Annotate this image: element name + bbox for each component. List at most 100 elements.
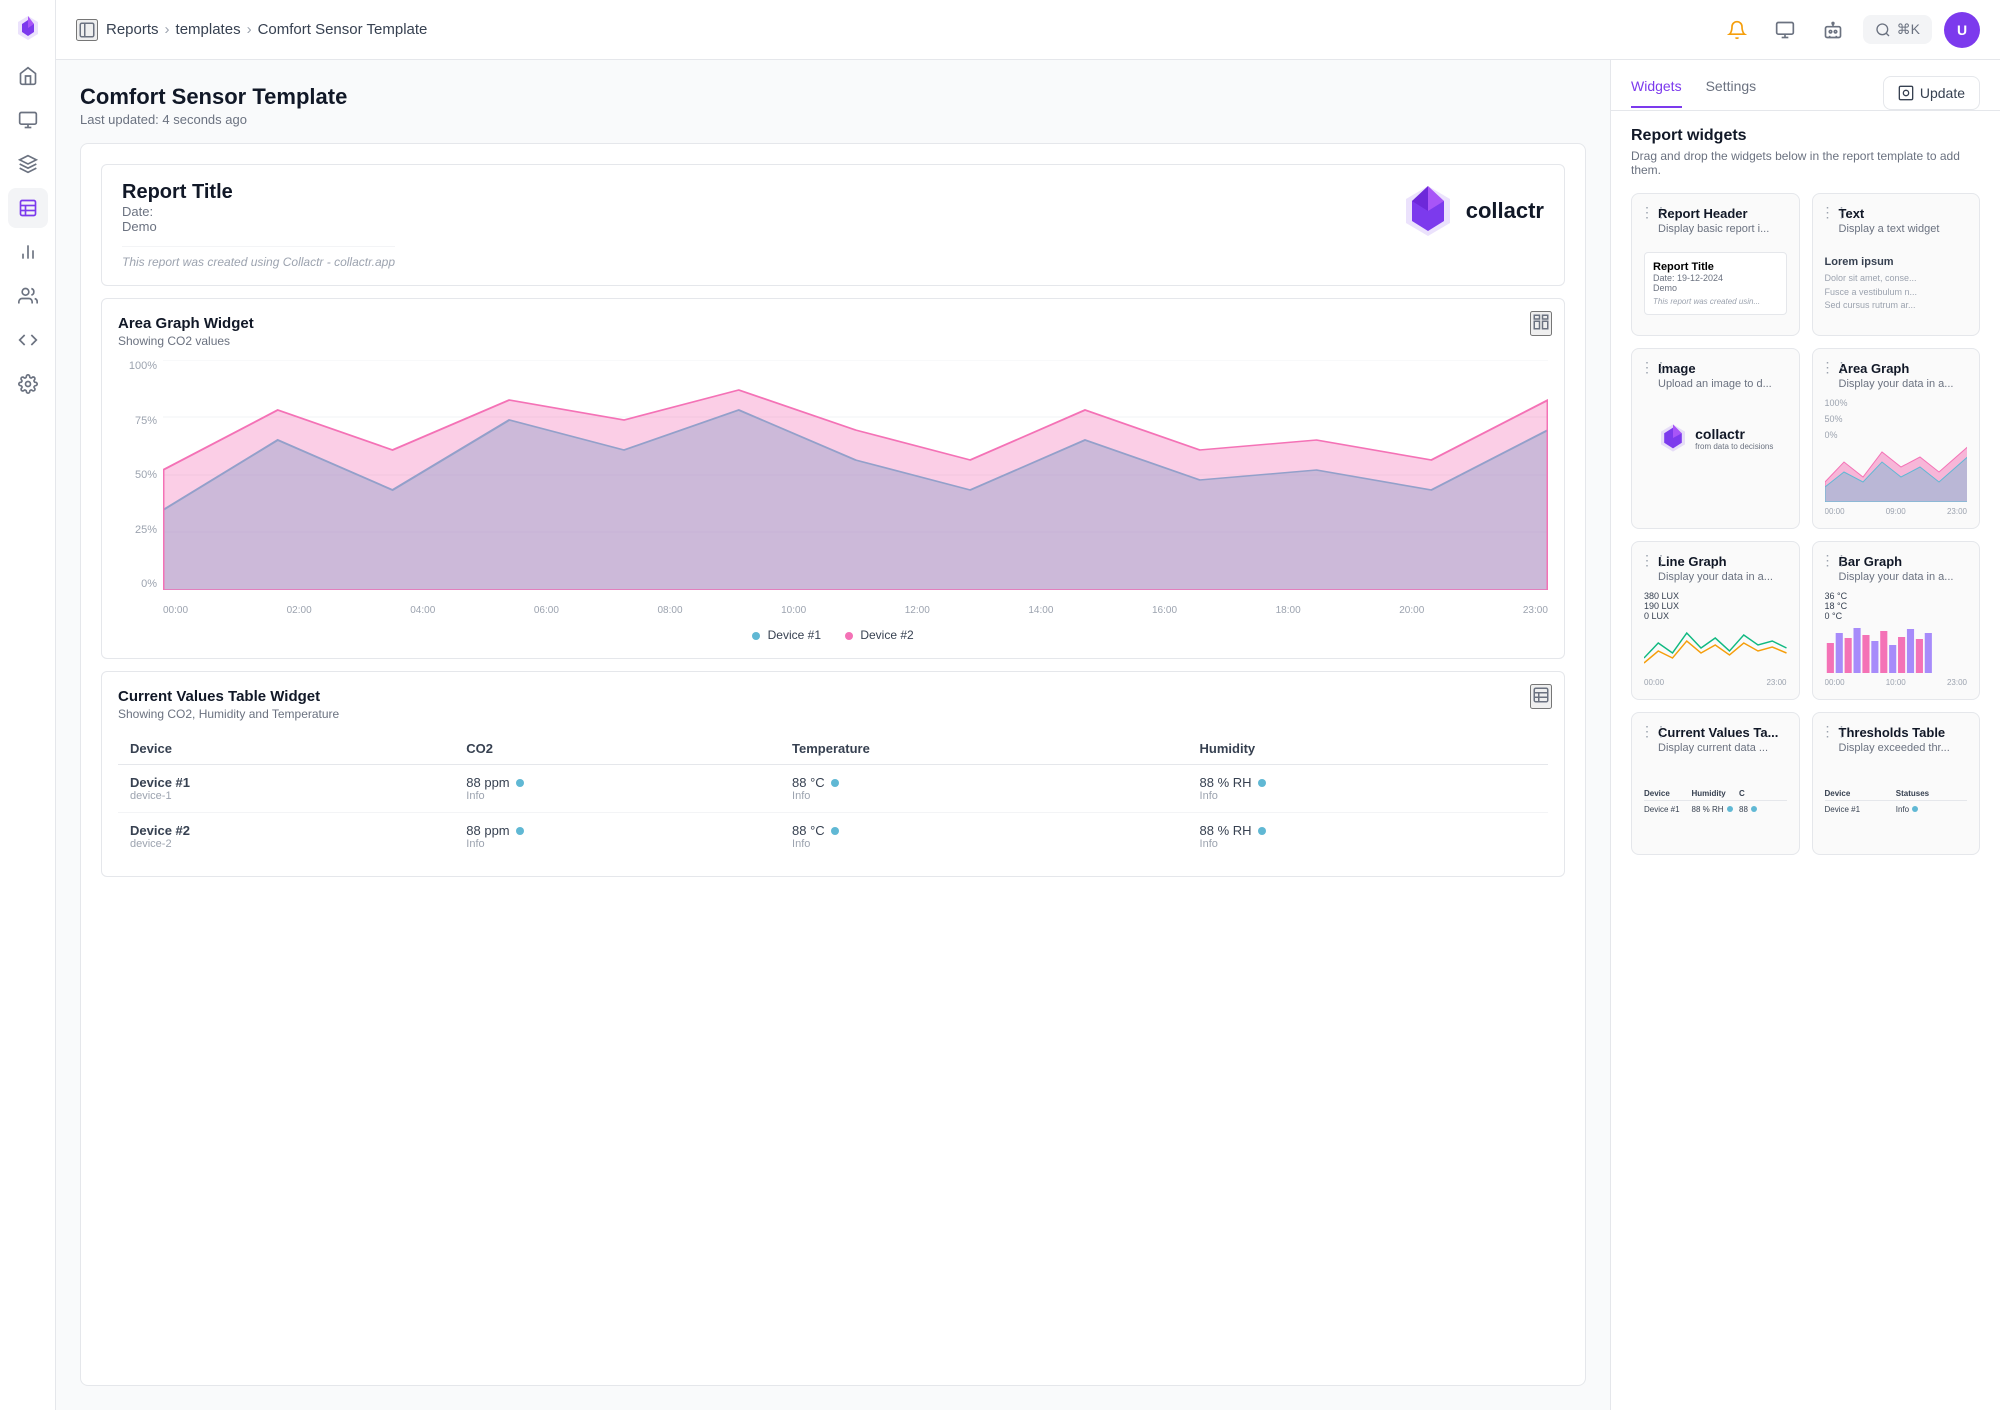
- drag-handle: ⋮⋮: [1640, 204, 1668, 221]
- widget-card-text[interactable]: ⋮⋮ Text Display a text widget Lorem ipsu…: [1812, 193, 1981, 336]
- chart-x-labels: 00:0002:0004:0006:0008:00 10:0012:0014:0…: [163, 590, 1548, 620]
- report-page-title: Comfort Sensor Template: [80, 84, 1586, 110]
- temp-cell: 88 °C Info: [780, 813, 1188, 861]
- widgets-section-title: Report widgets: [1631, 127, 1980, 145]
- wc-preview: Device Statuses Device #1 Info: [1825, 762, 1968, 842]
- wc-preview: 36 °C 18 °C 0 °C: [1825, 591, 1968, 687]
- report-date-value: Demo: [122, 219, 395, 234]
- collactr-text: collactr: [1466, 198, 1544, 224]
- area-graph-subtitle: Showing CO2 values: [118, 334, 1548, 348]
- temp-cell: 88 °C Info: [780, 765, 1188, 813]
- sidebar-item-analytics[interactable]: [8, 100, 48, 140]
- tab-settings[interactable]: Settings: [1706, 78, 1757, 108]
- report-date-label: Date:: [122, 204, 395, 219]
- table-widget: Current Values Table Widget Showing CO2,…: [101, 671, 1565, 877]
- topbar: Reports › templates › Comfort Sensor Tem…: [56, 0, 2000, 60]
- wc-preview: Lorem ipsum Dolor sit amet, conse... Fus…: [1825, 243, 1968, 323]
- report-canvas: Report Title Date: Demo This report was …: [80, 143, 1586, 1386]
- drag-handle: ⋮⋮: [1821, 552, 1849, 569]
- wc-desc: Display your data in a...: [1825, 378, 1968, 390]
- report-display-title: Report Title: [122, 181, 395, 204]
- widget-card-line-graph[interactable]: ⋮⋮ Line Graph Display your data in a... …: [1631, 541, 1800, 700]
- wc-desc: Upload an image to d...: [1644, 378, 1787, 390]
- breadcrumb: Reports › templates › Comfort Sensor Tem…: [106, 21, 427, 38]
- collactr-logo-icon: [1398, 181, 1458, 241]
- widget-card-report-header[interactable]: ⋮⋮ Report Header Display basic report i.…: [1631, 193, 1800, 336]
- report-title-block: Report Title Date: Demo This report was …: [122, 181, 395, 269]
- user-avatar[interactable]: U: [1944, 12, 1980, 48]
- humidity-cell: 88 % RH Info: [1188, 813, 1548, 861]
- drag-handle: ⋮⋮: [1821, 359, 1849, 376]
- co2-cell: 88 ppm Info: [454, 813, 780, 861]
- breadcrumb-reports[interactable]: Reports: [106, 21, 159, 38]
- wc-desc: Display your data in a...: [1644, 571, 1787, 583]
- search-icon: [1875, 22, 1891, 38]
- col-device: Device: [118, 733, 454, 765]
- table-row: Device #2 device-2 88 ppm Info 88 °C Inf…: [118, 813, 1548, 861]
- col-humidity: Humidity: [1188, 733, 1548, 765]
- col-temperature: Temperature: [780, 733, 1188, 765]
- col-co2: CO2: [454, 733, 780, 765]
- wc-preview: 100%50%0% 00:0009:0023:00: [1825, 398, 1968, 516]
- update-button[interactable]: Update: [1883, 76, 1980, 110]
- update-icon: [1898, 85, 1914, 101]
- widget-cards-grid: ⋮⋮ Report Header Display basic report i.…: [1631, 193, 1980, 855]
- wc-desc: Display your data in a...: [1825, 571, 1968, 583]
- widget-card-current-values[interactable]: ⋮⋮ Current Values Ta... Display current …: [1631, 712, 1800, 855]
- legend-device1: Device #1: [752, 628, 821, 642]
- sidebar-toggle[interactable]: [76, 19, 98, 41]
- widget-card-thresholds[interactable]: ⋮⋮ Thresholds Table Display exceeded thr…: [1812, 712, 1981, 855]
- wc-desc: Display basic report i...: [1644, 223, 1787, 235]
- topbar-robot-icon[interactable]: [1815, 12, 1851, 48]
- breadcrumb-current: Comfort Sensor Template: [258, 21, 428, 38]
- search-shortcut: ⌘K: [1897, 21, 1920, 38]
- sidebar-item-reports[interactable]: [8, 188, 48, 228]
- wc-desc: Display exceeded thr...: [1825, 742, 1968, 754]
- breadcrumb-sep-1: ›: [165, 21, 170, 38]
- area-graph-title: Area Graph Widget: [118, 315, 1548, 332]
- chart-svg-area: [163, 360, 1548, 590]
- area-graph-options[interactable]: [1530, 311, 1552, 336]
- wc-desc: Display current data ...: [1644, 742, 1787, 754]
- chart-legend: Device #1 Device #2: [118, 628, 1548, 642]
- wc-preview: 380 LUX 190 LUX 0 LUX 00:0023:00: [1644, 591, 1787, 687]
- right-sidebar-content: Report widgets Drag and drop the widgets…: [1611, 111, 2000, 1410]
- sidebar: [0, 0, 56, 1410]
- topbar-actions: ⌘K U: [1719, 12, 1980, 48]
- breadcrumb-sep-2: ›: [247, 21, 252, 38]
- app-logo[interactable]: [12, 12, 44, 44]
- wc-preview: Device Humidity C Device #1 88 % RH 88: [1644, 762, 1787, 842]
- widget-card-image[interactable]: ⋮⋮ Image Upload an image to d...: [1631, 348, 1800, 529]
- widget-card-bar-graph[interactable]: ⋮⋮ Bar Graph Display your data in a... 3…: [1812, 541, 1981, 700]
- sidebar-item-code[interactable]: [8, 320, 48, 360]
- report-last-updated: Last updated: 4 seconds ago: [80, 112, 1586, 127]
- table-widget-options[interactable]: [1530, 684, 1552, 709]
- drag-handle: ⋮⋮: [1821, 204, 1849, 221]
- topbar-notifications-icon[interactable]: [1719, 12, 1755, 48]
- tab-widgets[interactable]: Widgets: [1631, 78, 1682, 108]
- breadcrumb-templates[interactable]: templates: [176, 21, 241, 38]
- sidebar-item-chart[interactable]: [8, 232, 48, 272]
- right-sidebar: Widgets Settings Update Report widgets D…: [1610, 60, 2000, 1410]
- sidebar-item-layers[interactable]: [8, 144, 48, 184]
- sidebar-item-home[interactable]: [8, 56, 48, 96]
- drag-handle: ⋮⋮: [1640, 552, 1668, 569]
- topbar-monitor-icon[interactable]: [1767, 12, 1803, 48]
- update-btn-label: Update: [1920, 85, 1965, 101]
- table-row: Device #1 device-1 88 ppm Info 88 °C Inf…: [118, 765, 1548, 813]
- report-note: This report was created using Collactr -…: [122, 246, 395, 269]
- widget-card-area-graph[interactable]: ⋮⋮ Area Graph Display your data in a... …: [1812, 348, 1981, 529]
- chart-y-labels: 100%75%50%25%0%: [118, 360, 163, 590]
- drag-handle: ⋮⋮: [1640, 359, 1668, 376]
- right-sidebar-top: Widgets Settings Update: [1611, 60, 2000, 110]
- report-page-header: Comfort Sensor Template Last updated: 4 …: [80, 84, 1586, 127]
- widgets-section-desc: Drag and drop the widgets below in the r…: [1631, 149, 1980, 177]
- data-table: Device CO2 Temperature Humidity Device #…: [118, 733, 1548, 860]
- device-cell: Device #1 device-1: [118, 765, 454, 813]
- area-graph-widget: Area Graph Widget Showing CO2 values 100…: [101, 298, 1565, 659]
- search-bar[interactable]: ⌘K: [1863, 15, 1932, 44]
- sidebar-item-settings[interactable]: [8, 364, 48, 404]
- sidebar-tabs: Widgets Settings: [1631, 78, 1756, 108]
- device-cell: Device #2 device-2: [118, 813, 454, 861]
- sidebar-item-users[interactable]: [8, 276, 48, 316]
